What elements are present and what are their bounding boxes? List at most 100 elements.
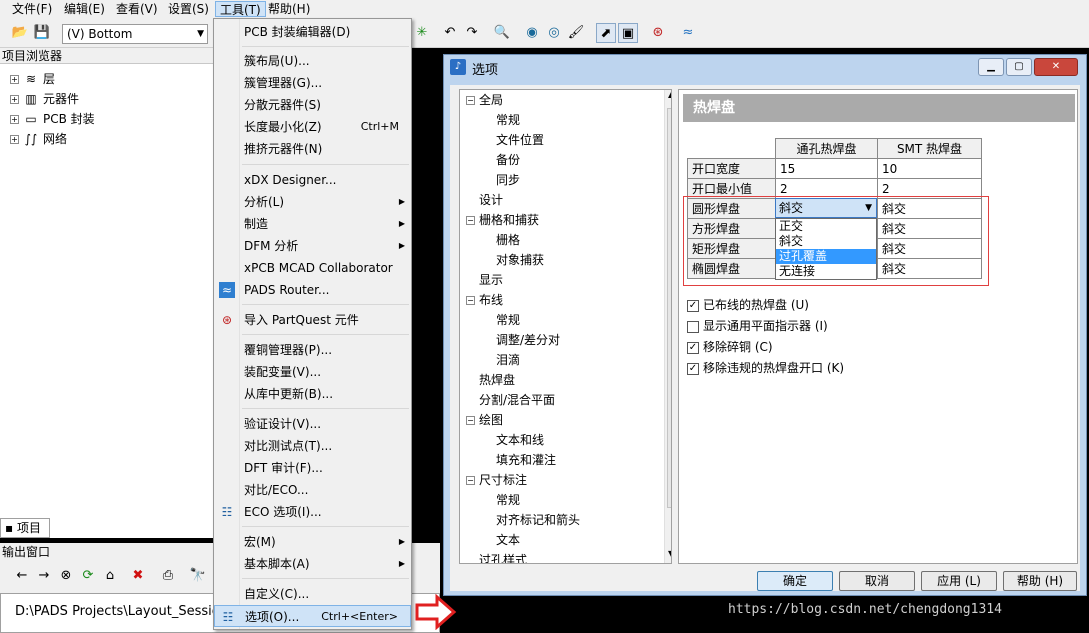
menu-item-xdx-designer[interactable]: xDX Designer... bbox=[214, 169, 411, 191]
tree-node-dimensioning[interactable]: − 尺寸标注 bbox=[466, 470, 527, 490]
route-mode-icon[interactable]: ⬈ bbox=[596, 23, 616, 43]
project-tab[interactable]: ▪ 项目 bbox=[0, 518, 50, 538]
tree-node-design[interactable]: 设计 bbox=[479, 190, 503, 210]
menu-settings[interactable]: 设置(S) bbox=[164, 1, 213, 17]
tree-node-sync[interactable]: 同步 bbox=[496, 170, 520, 190]
menu-item-update-from-library[interactable]: 从库中更新(B)... bbox=[214, 383, 411, 405]
tree-scrollbar[interactable]: ▲ ▼ bbox=[664, 90, 671, 563]
home-icon[interactable]: ⌂ bbox=[100, 566, 120, 586]
checkbox-show-general-plane[interactable]: 显示通用平面指示器 (I) bbox=[687, 316, 828, 336]
design-mode-icon[interactable]: ▣ bbox=[618, 23, 638, 43]
undo-icon[interactable]: ↶ bbox=[440, 23, 460, 43]
cancel-button[interactable]: 取消 bbox=[839, 571, 915, 591]
menu-item-basic-scripts[interactable]: 基本脚本(A) ▶ bbox=[214, 553, 411, 575]
expand-icon[interactable]: + bbox=[10, 95, 19, 104]
menu-item-pour-manager[interactable]: 覆铜管理器(P)... bbox=[214, 339, 411, 361]
stop-icon[interactable]: ⊗ bbox=[56, 566, 76, 586]
menu-edit[interactable]: 编辑(E) bbox=[60, 1, 109, 17]
tree-node-grids-snap[interactable]: − 栅格和捕获 bbox=[466, 210, 539, 230]
menu-item-analysis[interactable]: 分析(L) ▶ bbox=[214, 191, 411, 213]
menu-item-dft-audit[interactable]: DFT 审计(F)... bbox=[214, 457, 411, 479]
tree-node-teardrops[interactable]: 泪滴 bbox=[496, 350, 520, 370]
menu-item-cluster-manager[interactable]: 簇管理器(G)... bbox=[214, 72, 411, 94]
menu-item-cluster-placement[interactable]: 簇布局(U)... bbox=[214, 50, 411, 72]
menu-item-dfm-analysis[interactable]: DFM 分析 ▶ bbox=[214, 235, 411, 257]
tree-node-file-locations[interactable]: 文件位置 bbox=[496, 130, 544, 150]
delete-icon[interactable]: ✖ bbox=[128, 566, 148, 586]
checkbox-remove-violating-spokes[interactable]: ✓ 移除违规的热焊盘开口 (K) bbox=[687, 358, 844, 378]
tree-node-drafting[interactable]: − 绘图 bbox=[466, 410, 503, 430]
tree-node-backup[interactable]: 备份 bbox=[496, 150, 520, 170]
expand-icon[interactable]: + bbox=[10, 115, 19, 124]
menu-view[interactable]: 查看(V) bbox=[112, 1, 162, 17]
open-folder-icon[interactable]: 📂 bbox=[10, 23, 30, 43]
scroll-down-icon[interactable]: ▼ bbox=[668, 549, 671, 558]
tree-node-tuning-diffpair[interactable]: 调整/差分对 bbox=[496, 330, 560, 350]
menu-item-verify-design[interactable]: 验证设计(V)... bbox=[214, 413, 411, 435]
menu-item-pcb-decal-editor[interactable]: PCB 封装编辑器(D) bbox=[214, 21, 411, 43]
menu-help[interactable]: 帮助(H) bbox=[264, 1, 314, 17]
checkbox-routed-thermals[interactable]: ✓ 已布线的热焊盘 (U) bbox=[687, 295, 809, 315]
menu-item-assembly-variants[interactable]: 装配变量(V)... bbox=[214, 361, 411, 383]
help-button[interactable]: 帮助 (H) bbox=[1003, 571, 1077, 591]
back-arrow-icon[interactable]: ← bbox=[12, 566, 32, 586]
apply-button[interactable]: 应用 (L) bbox=[921, 571, 997, 591]
expand-icon[interactable]: + bbox=[10, 135, 19, 144]
router-icon[interactable]: ≈ bbox=[678, 23, 698, 43]
zoom-icon[interactable]: 🔍 bbox=[492, 23, 512, 43]
tree-node-display[interactable]: 显示 bbox=[479, 270, 503, 290]
close-button[interactable]: ✕ bbox=[1034, 58, 1078, 76]
dropdown-option-orthogonal[interactable]: 正交 bbox=[776, 219, 876, 234]
dropdown-option-no-connect[interactable]: 无连接 bbox=[776, 264, 876, 279]
tree-node-dim-text[interactable]: 文本 bbox=[496, 530, 520, 550]
find-icon[interactable]: 🔭 bbox=[188, 566, 208, 586]
menu-item-eco-options[interactable]: ☷ ECO 选项(I)... bbox=[214, 501, 411, 523]
tree-node-routing[interactable]: − 布线 bbox=[466, 290, 503, 310]
tree-node-object-snap[interactable]: 对象捕获 bbox=[496, 250, 544, 270]
scroll-up-icon[interactable]: ▲ bbox=[668, 90, 671, 99]
browser-item-nets[interactable]: + ∫∫ 网络 bbox=[10, 130, 67, 148]
menu-item-manufacturing[interactable]: 制造 ▶ bbox=[214, 213, 411, 235]
scrollbar-thumb[interactable] bbox=[667, 108, 671, 508]
select-filter-icon[interactable]: ◉ bbox=[522, 23, 542, 43]
tree-node-fill-flood[interactable]: 填充和灌注 bbox=[496, 450, 556, 470]
browser-item-components[interactable]: + ▥ 元器件 bbox=[10, 90, 79, 108]
brush-icon[interactable]: 🖌 bbox=[566, 23, 586, 43]
tree-node-general[interactable]: 常规 bbox=[496, 110, 520, 130]
tree-node-text-lines[interactable]: 文本和线 bbox=[496, 430, 544, 450]
expand-icon[interactable]: + bbox=[10, 75, 19, 84]
menu-item-length-minimize[interactable]: 长度最小化(Z) Ctrl+M bbox=[214, 116, 411, 138]
tree-node-global[interactable]: − 全局 bbox=[466, 90, 503, 110]
menu-item-pads-router[interactable]: ≈ PADS Router... bbox=[214, 279, 411, 301]
dropdown-option-diagonal[interactable]: 斜交 bbox=[776, 234, 876, 249]
layer-select[interactable]: (V) Bottom ▼ bbox=[62, 24, 208, 44]
menu-item-macro[interactable]: 宏(M) ▶ bbox=[214, 531, 411, 553]
grid-cell[interactable]: 10 bbox=[877, 158, 982, 179]
refresh-icon[interactable]: ⟳ bbox=[78, 566, 98, 586]
tree-node-thermals[interactable]: 热焊盘 bbox=[479, 370, 515, 390]
menu-item-disperse-components[interactable]: 分散元器件(S) bbox=[214, 94, 411, 116]
print-icon[interactable]: ⎙ bbox=[158, 566, 178, 586]
partquest-icon[interactable]: ⊛ bbox=[648, 23, 668, 43]
menu-item-options[interactable]: ☷ 选项(O)... Ctrl+<Enter> bbox=[214, 605, 411, 627]
menu-file[interactable]: 文件(F) bbox=[8, 1, 56, 17]
menu-item-customize[interactable]: 自定义(C)... bbox=[214, 583, 411, 605]
minimize-button[interactable]: ▁ bbox=[978, 58, 1004, 76]
tree-node-grids[interactable]: 栅格 bbox=[496, 230, 520, 250]
redo-icon[interactable]: ↷ bbox=[462, 23, 482, 43]
tree-node-alignment-arrows[interactable]: 对齐标记和箭头 bbox=[496, 510, 580, 530]
highlight-icon[interactable]: ◎ bbox=[544, 23, 564, 43]
menu-item-import-partquest[interactable]: ⊛ 导入 PartQuest 元件 bbox=[214, 309, 411, 331]
round-pad-combo[interactable]: 斜交 ▼ bbox=[775, 198, 877, 218]
menu-item-compare-test-points[interactable]: 对比测试点(T)... bbox=[214, 435, 411, 457]
dropdown-option-over-pad[interactable]: 过孔覆盖 bbox=[776, 249, 876, 264]
save-icon[interactable]: 💾 bbox=[32, 23, 52, 43]
browser-item-layers[interactable]: + ≋ 层 bbox=[10, 70, 55, 88]
dialog-titlebar[interactable]: ♪ 选项 ▁ ▢ ✕ bbox=[444, 55, 1086, 81]
maximize-button[interactable]: ▢ bbox=[1006, 58, 1032, 76]
tree-node-split-mixed-plane[interactable]: 分割/混合平面 bbox=[479, 390, 555, 410]
checkbox-remove-isolated-copper[interactable]: ✓ 移除碎铜 (C) bbox=[687, 337, 773, 357]
menu-item-push-components[interactable]: 推挤元器件(N) bbox=[214, 138, 411, 160]
chevron-down-icon[interactable]: ▼ bbox=[865, 199, 872, 217]
tree-node-routing-general[interactable]: 常规 bbox=[496, 310, 520, 330]
